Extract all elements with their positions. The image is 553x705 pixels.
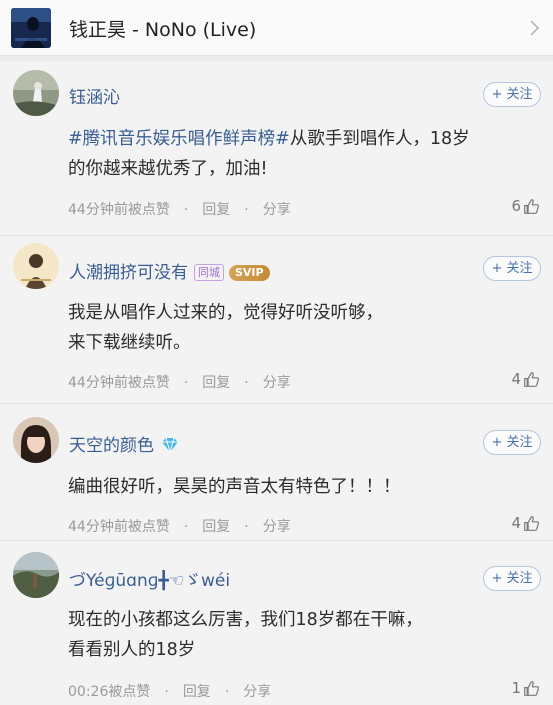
- hashtag-link[interactable]: #腾讯音乐娱乐唱作鲜声榜#: [68, 129, 290, 149]
- like-button[interactable]: 4: [511, 370, 540, 388]
- like-count: 6: [511, 197, 521, 215]
- comment-text-line: 看看别人的18岁: [68, 640, 196, 660]
- follow-button[interactable]: + 关注: [483, 82, 541, 107]
- diamond-vip-icon: [162, 437, 178, 453]
- reply-button[interactable]: 回复: [202, 516, 230, 536]
- username-text[interactable]: 人潮拥挤可没有: [69, 263, 188, 283]
- separator-dot: ·: [183, 519, 189, 535]
- comment-text: #腾讯音乐娱乐唱作鲜声榜#从歌手到唱作人，18岁 的你越来越优秀了，加油!: [68, 124, 538, 184]
- username[interactable]: 天空的颜色: [69, 431, 180, 456]
- comment-item: づYéɡūɑnɡ╋☜ゞwéi + 关注 现在的小孩都这么厉害，我们18岁都在干嘛…: [0, 541, 553, 705]
- separator-dot: ·: [244, 519, 249, 535]
- comment-text: 现在的小孩都这么厉害，我们18岁都在干嘛， 看看别人的18岁: [68, 605, 538, 665]
- song-title: 钱正昊 - NoNo (Live): [69, 19, 257, 41]
- share-button[interactable]: 分享: [243, 681, 271, 701]
- comment-item: 人潮拥挤可没有 同城 SVIP + 关注 我是从唱作人过来的，觉得好听没听够， 来下…: [0, 236, 553, 403]
- follow-button[interactable]: + 关注: [483, 256, 541, 281]
- like-button[interactable]: 6: [511, 197, 540, 215]
- comment-time: 44分钟前被点赞: [68, 519, 170, 535]
- comment-text-line: 从歌手到唱作人，18岁: [289, 129, 470, 149]
- avatar[interactable]: [13, 417, 59, 463]
- svip-badge: SVIP: [229, 265, 270, 281]
- comment-meta: 44分钟前被点赞 · 回复 · 分享: [68, 199, 291, 219]
- comment-text: 编曲很好听，昊昊的声音太有特色了！！！: [68, 472, 538, 502]
- avatar[interactable]: [13, 70, 59, 116]
- username[interactable]: 钰涵沁: [69, 83, 120, 108]
- thumbs-up-icon: [524, 198, 539, 214]
- separator-dot: ·: [224, 684, 230, 700]
- comment-text-line: 现在的小孩都这么厉害，我们18岁都在干嘛，: [68, 610, 423, 630]
- comment-meta: 00:26被点赞 · 回复 · 分享: [68, 681, 271, 701]
- follow-button[interactable]: + 关注: [483, 566, 541, 591]
- username[interactable]: づYéɡūɑnɡ╋☜ゞwéi: [69, 566, 230, 591]
- separator-dot: ·: [183, 202, 189, 218]
- separator-dot: ·: [244, 375, 249, 391]
- album-cover: [11, 8, 51, 48]
- comment-item: 钰涵沁 + 关注 #腾讯音乐娱乐唱作鲜声榜#从歌手到唱作人，18岁 的你越来越优…: [0, 62, 553, 235]
- username[interactable]: 人潮拥挤可没有 同城 SVIP: [69, 258, 270, 283]
- separator-dot: ·: [164, 684, 169, 700]
- comment-time: 44分钟前被点赞: [68, 202, 170, 218]
- comment-meta: 44分钟前被点赞 · 回复 · 分享: [68, 516, 291, 536]
- avatar[interactable]: [13, 552, 59, 598]
- username-text[interactable]: 天空的颜色: [69, 436, 154, 456]
- thumbs-up-icon: [524, 371, 539, 387]
- comment-text-line: 我是从唱作人过来的，觉得好听没听够，: [68, 303, 383, 323]
- comment-time: 00:26被点赞: [68, 684, 151, 700]
- local-badge: 同城: [194, 264, 224, 281]
- comment-text-line: 来下载继续听。: [68, 333, 191, 353]
- reply-button[interactable]: 回复: [202, 372, 230, 392]
- chevron-right-icon[interactable]: [527, 16, 543, 40]
- like-button[interactable]: 4: [511, 514, 540, 532]
- reply-button[interactable]: 回复: [202, 199, 230, 219]
- reply-button[interactable]: 回复: [183, 681, 211, 701]
- like-count: 1: [511, 679, 521, 697]
- separator-dot: ·: [183, 375, 189, 391]
- song-header[interactable]: 钱正昊 - NoNo (Live): [0, 0, 553, 56]
- comment-time: 44分钟前被点赞: [68, 375, 170, 391]
- share-button[interactable]: 分享: [263, 372, 291, 392]
- comment-item: 天空的颜色 + 关注 编曲很好听，昊昊的声音太有特色了！！！ 44分钟前被点赞 ·…: [0, 404, 553, 540]
- avatar[interactable]: [13, 243, 59, 289]
- comment-text: 我是从唱作人过来的，觉得好听没听够， 来下载继续听。: [68, 298, 538, 358]
- like-count: 4: [511, 370, 521, 388]
- share-button[interactable]: 分享: [263, 199, 291, 219]
- comment-text-line: 编曲很好听，昊昊的声音太有特色了！！！: [68, 477, 401, 497]
- separator-dot: ·: [244, 202, 249, 218]
- share-button[interactable]: 分享: [263, 516, 291, 536]
- thumbs-up-icon: [524, 515, 539, 531]
- like-count: 4: [511, 514, 521, 532]
- comment-text-line: 的你越来越优秀了，加油!: [68, 159, 268, 179]
- comment-meta: 44分钟前被点赞 · 回复 · 分享: [68, 372, 291, 392]
- like-button[interactable]: 1: [511, 679, 540, 697]
- thumbs-up-icon: [524, 680, 539, 696]
- follow-button[interactable]: + 关注: [483, 430, 541, 455]
